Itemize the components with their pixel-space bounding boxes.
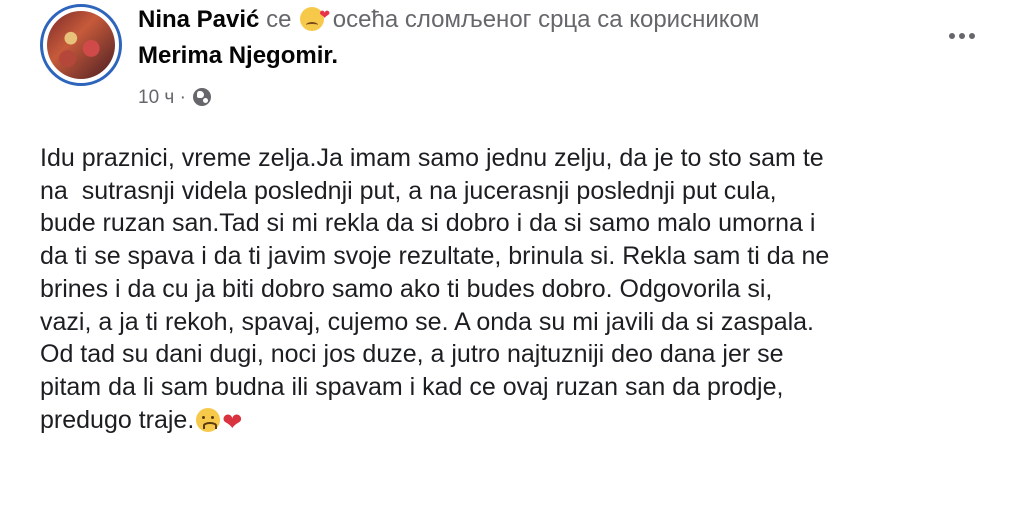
- broken-heart-icon: ❤: [222, 408, 243, 436]
- post-text-line: vazi, a ja ti rekoh, spavaj, cujemo se. …: [40, 307, 814, 336]
- author-avatar[interactable]: [40, 4, 122, 86]
- broken-heart-face-emoji-icon: [300, 1, 330, 31]
- post-text-line: predugo traje.: [40, 405, 195, 434]
- more-options-icon: [969, 33, 975, 39]
- post-text-line: pitam da li sam budna ili spavam i kad c…: [40, 372, 784, 401]
- tagged-user-line: Merima Njegomir.: [138, 42, 338, 70]
- meta-separator: ·: [179, 87, 186, 108]
- sad-face-emoji-icon: [196, 407, 221, 432]
- avatar-image: [47, 11, 115, 79]
- post-text-line: bude ruzan san.Tad si mi rekla da si dob…: [40, 209, 816, 238]
- post-header: Nina Pavić се осећа сломљеног срца са ко…: [138, 1, 760, 34]
- post-text-line: na sutrasnji videla poslednji put, a na …: [40, 176, 777, 205]
- post-text: Idu praznici, vreme zelja.Ja imam samo j…: [40, 142, 829, 436]
- post-text-line: brines i da cu ja biti dobro samo ako ti…: [40, 274, 773, 303]
- tagged-user-name[interactable]: Merima Njegomir: [138, 42, 331, 69]
- activity-text: осећа сломљеног срца са корисником: [332, 6, 760, 33]
- post-text-line: Idu praznici, vreme zelja.Ja imam samo j…: [40, 144, 824, 172]
- more-options-icon: [959, 33, 965, 39]
- facebook-post: Nina Pavić се осећа сломљеног срца са ко…: [0, 0, 1024, 513]
- post-text-line: Od tad su dani dugi, noci jos duze, a ju…: [40, 340, 784, 369]
- more-options-icon: [949, 33, 955, 39]
- author-name[interactable]: Nina Pavić: [138, 6, 259, 33]
- post-text-last-line: predugo traje. ❤: [40, 404, 829, 437]
- activity-prefix: се: [266, 6, 292, 33]
- globe-icon[interactable]: [193, 88, 212, 106]
- tagged-user-suffix: .: [331, 42, 339, 69]
- more-options-button[interactable]: [940, 20, 984, 52]
- post-text-line: da ti se spava i da ti javim svoje rezul…: [40, 242, 830, 271]
- post-timestamp[interactable]: 10 ч: [138, 87, 174, 108]
- post-meta: 10 ч ·: [138, 86, 212, 110]
